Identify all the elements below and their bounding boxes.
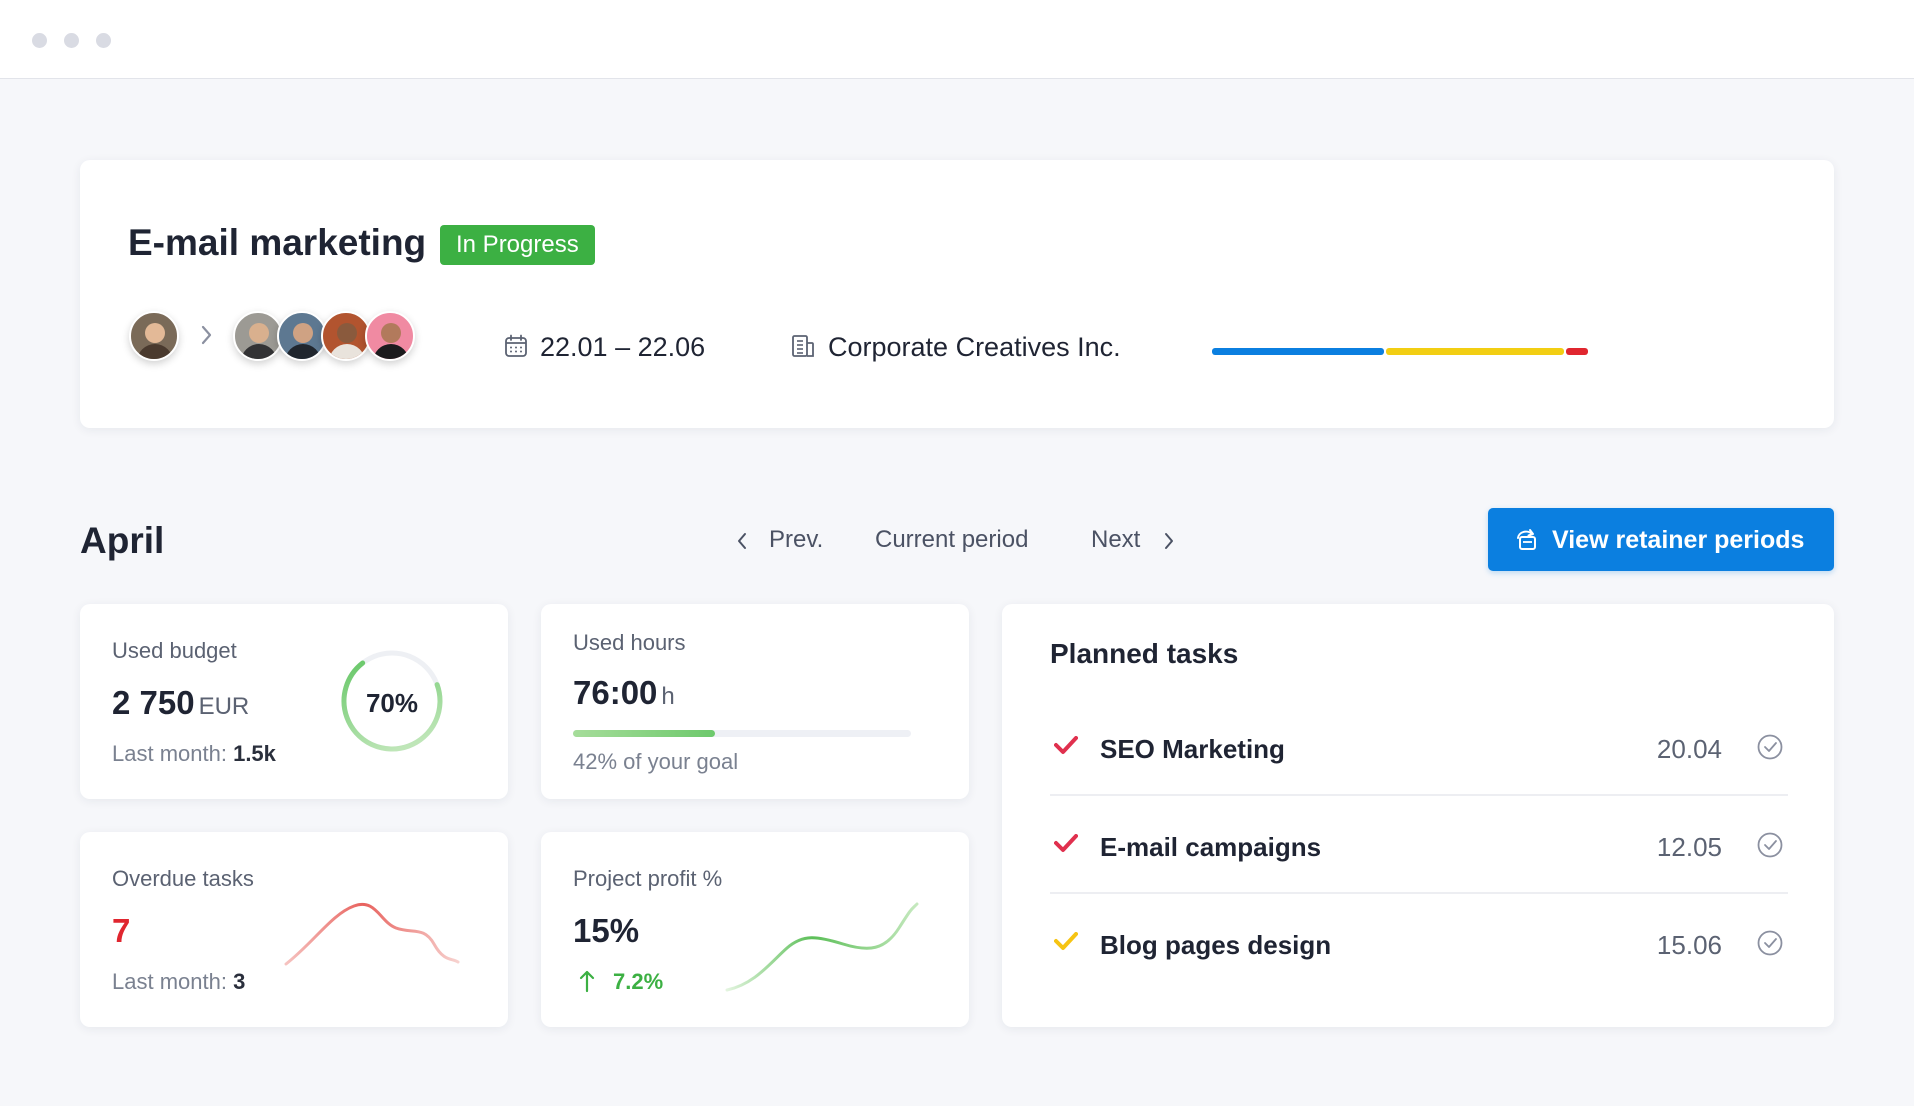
overdue-tasks-label: Overdue tasks	[112, 866, 254, 891]
arrow-up-icon	[579, 969, 595, 998]
chevron-right-icon	[200, 324, 214, 351]
avatar-member-3[interactable]	[321, 311, 371, 361]
retainer-periods-icon	[1514, 528, 1540, 559]
overdue-tasks-value: 7	[112, 912, 131, 949]
hours-goal-progress	[573, 730, 911, 737]
used-hours-amount: 76:00	[573, 674, 658, 711]
view-retainer-periods-label: View retainer periods	[1552, 526, 1805, 554]
used-budget-value: 2 750 EUR	[112, 684, 249, 722]
last-month-value: 1.5k	[233, 741, 276, 766]
used-budget-label: Used budget	[112, 638, 237, 663]
used-budget-currency: EUR	[198, 693, 250, 720]
view-retainer-periods-button[interactable]: View retainer periods	[1488, 508, 1834, 571]
window-titlebar	[0, 0, 1914, 79]
overdue-tasks-card: Overdue tasks 7 Last month: 3	[80, 832, 508, 1027]
hours-goal-progress-fill	[573, 730, 715, 737]
project-profit-card: Project profit % 15% 7.2%	[541, 832, 969, 1027]
last-month-label: Last month:	[112, 741, 227, 766]
chevron-right-icon[interactable]	[1162, 530, 1176, 557]
project-dates: 22.01 – 22.06	[540, 332, 706, 362]
avatar-owner[interactable]	[129, 311, 179, 361]
profit-trend-sparkline	[725, 902, 919, 992]
task-row[interactable]: Blog pages design 15.06	[1050, 894, 1788, 992]
window-close-dot[interactable]	[32, 33, 47, 48]
avatar-member-4[interactable]	[365, 311, 415, 361]
task-date: 20.04	[1656, 734, 1722, 764]
task-row[interactable]: E-mail campaigns 12.05	[1050, 796, 1788, 894]
check-icon	[1054, 932, 1078, 957]
progress-segment-yellow	[1386, 348, 1564, 355]
window-minimize-dot[interactable]	[64, 33, 79, 48]
complete-task-icon[interactable]	[1756, 733, 1784, 766]
project-profit-change: 7.2%	[613, 969, 664, 994]
project-progress-bar	[1212, 348, 1588, 355]
used-hours-label: Used hours	[573, 630, 686, 655]
next-period-link[interactable]: Next	[1091, 526, 1140, 554]
client-name[interactable]: Corporate Creatives Inc.	[828, 332, 1121, 363]
hours-goal-text: 42% of your goal	[573, 749, 739, 774]
complete-task-icon[interactable]	[1756, 929, 1784, 962]
progress-segment-blue	[1212, 348, 1384, 355]
avatar-member-1[interactable]	[233, 311, 283, 361]
task-name: E-mail campaigns	[1100, 832, 1322, 862]
task-row[interactable]: SEO Marketing 20.04	[1050, 698, 1788, 796]
last-month-label: Last month:	[112, 969, 227, 994]
used-budget-amount: 2 750	[112, 684, 195, 721]
project-header-card: E-mail marketing In Progress 22.01 – 22.…	[80, 160, 1834, 428]
building-icon	[791, 334, 815, 363]
complete-task-icon[interactable]	[1756, 831, 1784, 864]
task-date: 15.06	[1656, 930, 1722, 960]
task-name: SEO Marketing	[1100, 734, 1285, 764]
planned-tasks-card: Planned tasks SEO Marketing 20.04 E-mail…	[1002, 604, 1834, 1027]
window-maximize-dot[interactable]	[96, 33, 111, 48]
planned-tasks-title: Planned tasks	[1050, 638, 1239, 669]
project-title: E-mail marketing	[128, 222, 427, 263]
progress-segment-red	[1566, 348, 1588, 355]
current-period-link[interactable]: Current period	[875, 526, 1028, 554]
period-month: April	[80, 520, 165, 561]
avatar-member-2[interactable]	[277, 311, 327, 361]
last-month-value: 3	[233, 969, 246, 994]
overdue-trend-sparkline	[284, 902, 460, 966]
used-hours-value: 76:00 h	[573, 674, 675, 712]
used-budget-card: Used budget 2 750 EUR Last month: 1.5k 70…	[80, 604, 508, 799]
chevron-left-icon[interactable]	[735, 530, 749, 557]
check-icon	[1054, 834, 1078, 859]
overdue-last-month: Last month: 3	[112, 969, 245, 995]
status-badge: In Progress	[440, 225, 595, 265]
used-hours-card: Used hours 76:00 h 42% of your goal	[541, 604, 969, 799]
prev-period-link[interactable]: Prev.	[769, 526, 823, 554]
task-name: Blog pages design	[1100, 930, 1332, 960]
calendar-icon	[504, 334, 528, 363]
task-date: 12.05	[1656, 832, 1722, 862]
budget-percent-label: 70%	[365, 688, 419, 718]
check-icon	[1054, 736, 1078, 761]
project-profit-value: 15%	[573, 912, 640, 949]
project-profit-label: Project profit %	[573, 866, 723, 891]
used-hours-unit: h	[661, 683, 675, 710]
used-budget-last-month: Last month: 1.5k	[112, 741, 276, 767]
